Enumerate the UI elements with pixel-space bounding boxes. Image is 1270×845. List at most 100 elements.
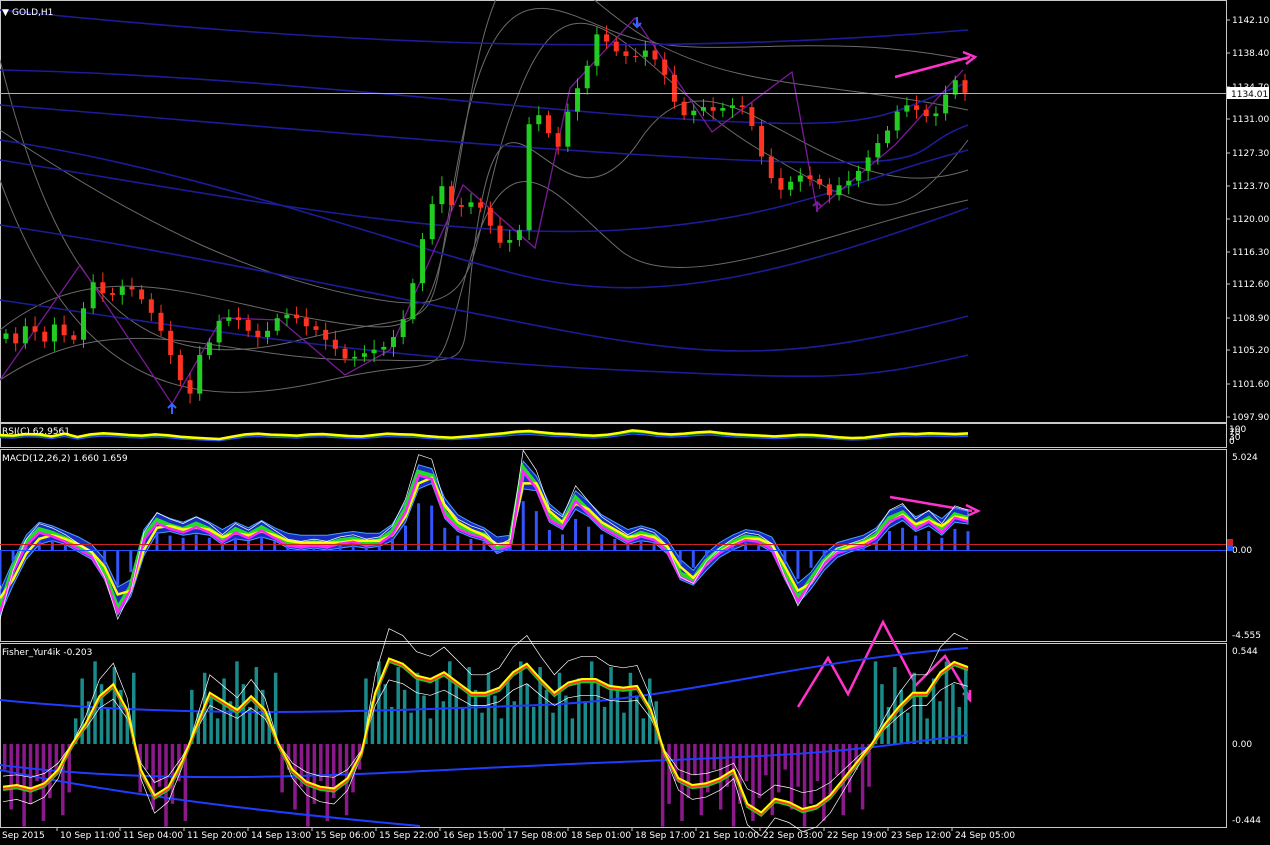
fisher-histogram-bar — [944, 661, 949, 744]
fisher-histogram-bar — [570, 718, 575, 744]
price-tick-label: 1101.60 — [1232, 380, 1269, 390]
candle-body — [526, 124, 532, 231]
time-tick-label: 16 Sep 15:00 — [443, 831, 503, 841]
chart-canvas[interactable]: 1142.101138.401134.701131.001127.301123.… — [0, 0, 1270, 845]
fisher-histogram-bar — [467, 667, 471, 744]
fisher-histogram-bar — [112, 667, 117, 744]
candle-body — [584, 65, 590, 89]
time-tick-label: 18 Sep 01:00 — [571, 831, 631, 841]
candle-body — [381, 346, 387, 350]
time-tick-label: 10 Sep 11:00 — [60, 831, 120, 841]
candle-body — [22, 326, 28, 344]
candle-body — [720, 108, 726, 111]
candle-body — [536, 115, 542, 125]
fisher-histogram-bar — [641, 718, 646, 744]
fisher-histogram-bar — [144, 744, 149, 770]
macd-tick-label: 5.024 — [1232, 453, 1258, 463]
fisher-histogram-bar — [325, 744, 329, 821]
candle-body — [497, 225, 503, 243]
fisher-histogram-bar — [583, 701, 587, 744]
fisher-histogram-bar — [499, 718, 504, 744]
candle-body — [943, 94, 949, 114]
fisher-histogram-bar — [815, 744, 820, 782]
time-tick-label: 15 Sep 22:00 — [379, 831, 439, 841]
time-tick-label: 17 Sep 08:00 — [507, 831, 567, 841]
candle-body — [681, 101, 687, 116]
candle-body — [303, 318, 309, 327]
candle-body — [187, 380, 193, 394]
fisher-histogram-bar — [519, 661, 523, 744]
candle-body — [923, 109, 929, 117]
candle-body — [177, 355, 183, 381]
candle-body — [613, 41, 619, 52]
candle-body — [894, 111, 900, 131]
price-tick-label: 1097.90 — [1232, 413, 1269, 423]
candle-body — [749, 107, 755, 126]
fisher-histogram-bar — [15, 744, 20, 787]
macd-tick-label: -4.555 — [1232, 631, 1261, 641]
candle-body — [352, 356, 358, 359]
candle-body — [168, 330, 174, 356]
fisher-histogram-bar — [209, 695, 213, 744]
price-tick-label: 1131.00 — [1232, 115, 1269, 125]
time-tick-label: 11 Sep 20:00 — [187, 831, 247, 841]
fisher-histogram-bar — [893, 667, 897, 744]
fisher-histogram-bar — [964, 667, 968, 744]
fisher-histogram-bar — [531, 706, 536, 744]
time-tick-label: Sep 2015 — [2, 831, 45, 841]
candle-body — [846, 180, 852, 186]
candle-body — [110, 293, 116, 295]
title-arrow-icon[interactable]: ▼ — [2, 8, 9, 18]
candle-body — [807, 175, 813, 179]
fisher-histogram-bar — [22, 744, 26, 827]
candle-body — [671, 74, 677, 102]
candle-body — [700, 107, 706, 111]
candle-body — [361, 353, 367, 357]
candle-body — [778, 178, 784, 190]
candle-body — [507, 240, 513, 243]
price-tick-label: 1127.30 — [1232, 149, 1269, 159]
fisher-histogram-bar — [783, 744, 787, 770]
fisher-histogram-bar — [428, 718, 433, 744]
price-tick-label: 1120.00 — [1232, 215, 1269, 225]
candle-body — [342, 348, 348, 359]
price-tick-label: 1112.60 — [1232, 280, 1269, 290]
candle-body — [400, 319, 406, 338]
fisher-histogram-bar — [712, 744, 716, 770]
fisher-tick-label: -0.444 — [1232, 816, 1261, 826]
candle-body — [216, 320, 222, 343]
candle-body — [61, 324, 67, 336]
fisher-histogram-bar — [802, 744, 807, 827]
macd-label: MACD(12,26,2) 1.660 1.659 — [2, 454, 128, 464]
candle-body — [904, 105, 910, 112]
price-tick-label: 1138.40 — [1232, 49, 1269, 59]
candle-body — [604, 34, 610, 42]
current-price-value: 1134.01 — [1231, 90, 1268, 100]
fisher-histogram-bar — [577, 678, 581, 744]
candle-body — [516, 230, 522, 241]
time-tick-label: 15 Sep 06:00 — [315, 831, 375, 841]
candle-body — [420, 239, 426, 284]
candle-body — [390, 337, 396, 347]
fisher-histogram-bar — [473, 689, 478, 744]
candle-body — [332, 339, 338, 349]
candle-body — [759, 125, 765, 157]
fisher-histogram-bar — [822, 744, 826, 821]
candle-body — [836, 185, 842, 196]
price-tick-label: 1108.90 — [1232, 314, 1269, 324]
candle-body — [555, 133, 561, 147]
candle-body — [933, 113, 939, 117]
time-tick-label: 11 Sep 04:00 — [123, 831, 183, 841]
fisher-histogram-bar — [667, 744, 671, 804]
fisher-histogram-bar — [635, 695, 639, 744]
candle-body — [797, 175, 803, 182]
fisher-histogram-bar — [835, 744, 839, 776]
candle-body — [235, 317, 241, 320]
signal-value-tag — [1227, 545, 1233, 551]
candle-body — [594, 34, 600, 66]
candle-body — [80, 308, 86, 340]
candle-body — [865, 157, 871, 171]
candle-body — [129, 286, 135, 290]
fisher-histogram-bar — [628, 672, 633, 744]
fisher-histogram-bar — [486, 672, 491, 744]
